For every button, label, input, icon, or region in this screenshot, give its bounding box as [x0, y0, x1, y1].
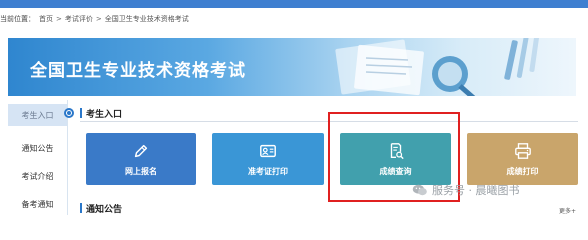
sidebar-item-candidate-entrance[interactable]: 考生入口	[8, 104, 67, 126]
section-accent	[80, 203, 82, 213]
notices-section-title: 通知公告	[86, 205, 123, 215]
section-accent	[80, 108, 82, 118]
active-indicator-dot	[64, 108, 74, 118]
entrance-section-title: 考生入口	[86, 110, 123, 120]
section-divider	[80, 121, 578, 122]
sidebar-item-label: 考试介绍	[21, 171, 54, 181]
document-search-icon	[390, 142, 404, 159]
watermark-text: 服务号 · 晨曦图书	[432, 184, 520, 197]
sidebar: 考生入口 通知公告 考试介绍 备考通知	[8, 100, 68, 215]
admission-ticket-print-tile[interactable]: 准考证打印	[212, 133, 324, 185]
page: 当前位置： 首页 > 考试评价 > 全国卫生专业技术资格考试 全国卫生专业技术资…	[0, 0, 588, 215]
admission-ticket-print-label: 准考证打印	[248, 166, 288, 176]
top-bar	[0, 0, 588, 8]
pen-icon	[134, 144, 148, 157]
sidebar-item-notices[interactable]: 通知公告	[8, 134, 67, 162]
sidebar-item-prep-notice[interactable]: 备考通知	[8, 190, 67, 218]
banner-illustration	[335, 38, 540, 96]
banner: 全国卫生专业技术资格考试	[8, 38, 576, 96]
breadcrumb-prefix: 当前位置：	[0, 15, 35, 23]
sidebar-item-exam-intro[interactable]: 考试介绍	[8, 162, 67, 190]
score-print-label: 成绩打印	[506, 166, 539, 176]
breadcrumb-exam-evaluation[interactable]: 考试评价	[65, 14, 93, 24]
breadcrumb-separator: >	[95, 15, 102, 23]
printer-icon	[514, 142, 531, 159]
banner-title: 全国卫生专业技术资格考试	[30, 61, 246, 81]
score-query-tile[interactable]: 成绩查询	[340, 133, 451, 185]
watermark: 服务号 · 晨曦图书	[412, 182, 520, 198]
breadcrumb-home[interactable]: 首页	[39, 14, 53, 24]
score-query-label: 成绩查询	[379, 166, 412, 176]
more-link[interactable]: 更多+	[559, 206, 576, 215]
score-print-tile[interactable]: 成绩打印	[467, 133, 578, 185]
breadcrumb-separator: >	[56, 15, 62, 23]
sidebar-item-label: 备考通知	[21, 199, 54, 209]
online-registration-label: 网上报名	[125, 166, 157, 176]
breadcrumb-current: 全国卫生专业技术资格考试	[104, 15, 189, 23]
breadcrumb: 当前位置： 首页 > 考试评价 > 全国卫生专业技术资格考试	[0, 11, 189, 27]
sidebar-item-label: 考生入口	[21, 110, 54, 120]
online-registration-tile[interactable]: 网上报名	[86, 133, 196, 185]
id-card-icon	[260, 144, 276, 157]
sidebar-item-label: 通知公告	[21, 143, 54, 153]
wechat-icon	[412, 184, 427, 196]
